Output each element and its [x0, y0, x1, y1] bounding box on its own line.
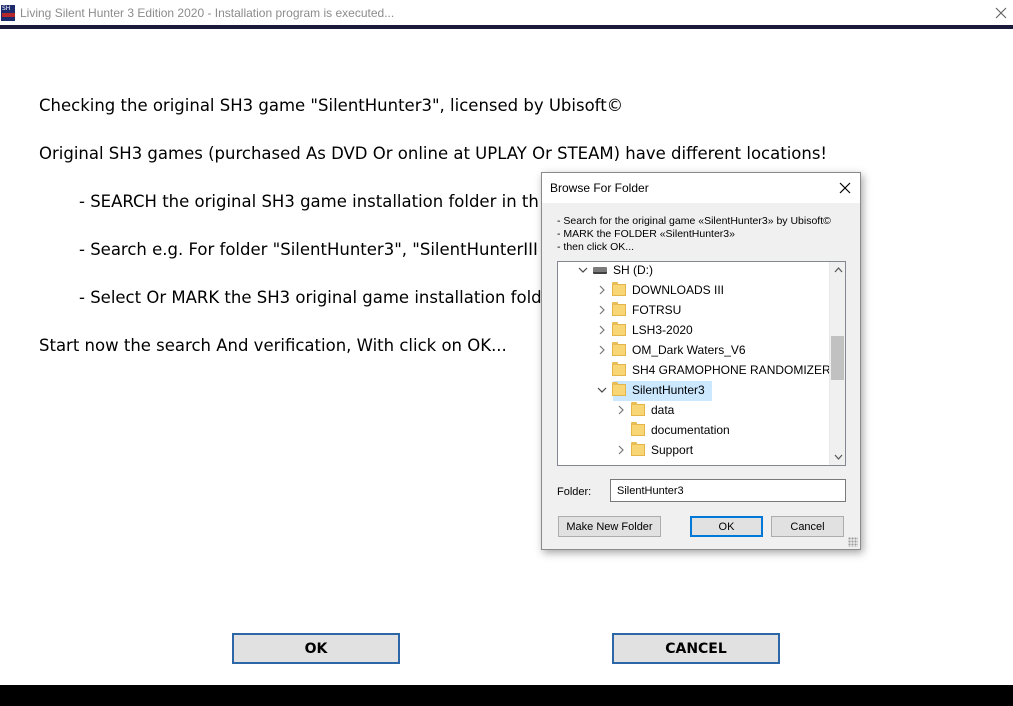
tree-item-drive-sh[interactable]: SH (D:) [576, 262, 653, 280]
main-line-select: - Select Or MARK the SH3 original game i… [79, 288, 542, 307]
dialog-instruction: - MARK the FOLDER «SilentHunter3» [557, 228, 735, 240]
dialog-ok-button[interactable]: OK [690, 516, 763, 537]
chevron-up-icon [834, 267, 842, 273]
tree-item-label: LSH3-2020 [632, 323, 693, 337]
browse-folder-dialog: Browse For Folder - Search for the origi… [541, 172, 861, 550]
title-bar: SH Living Silent Hunter 3 Edition 2020 -… [0, 0, 1013, 25]
chevron-down-icon[interactable] [576, 262, 590, 280]
tree-item-label: DOWNLOADS III [632, 283, 725, 297]
dialog-close-button[interactable] [834, 177, 856, 199]
folder-icon [612, 302, 626, 316]
folder-input[interactable] [610, 479, 846, 502]
tree-item-silenthunter3[interactable]: SilentHunter3 [595, 380, 705, 400]
folder-icon [631, 442, 645, 456]
folder-icon [612, 282, 626, 296]
title-divider [0, 25, 1013, 29]
main-line-start: Start now the search And verification, W… [39, 336, 507, 355]
tree-item-label: SilentHunter3 [632, 383, 705, 397]
chevron-right-icon[interactable] [614, 440, 628, 460]
dialog-title-bar: Browse For Folder [542, 173, 860, 203]
scroll-thumb[interactable] [831, 336, 844, 380]
chevron-right-icon[interactable] [595, 320, 609, 340]
tree-item-label: Support [651, 443, 694, 457]
folder-icon [612, 342, 626, 356]
cancel-button[interactable]: CANCEL [612, 633, 780, 664]
tree-item-support[interactable]: Support [614, 440, 693, 460]
tree-item-om-dark-waters[interactable]: OM_Dark Waters_V6 [595, 340, 746, 360]
window-close-button[interactable] [989, 0, 1013, 25]
chevron-down-icon [834, 454, 842, 460]
folder-icon [612, 382, 626, 396]
dialog-instruction: - then click OK... [557, 241, 635, 253]
tree-item-label: OM_Dark Waters_V6 [632, 343, 746, 357]
taskbar-strip [0, 685, 1013, 706]
close-icon [995, 7, 1007, 18]
make-new-folder-button[interactable]: Make New Folder [558, 516, 661, 537]
window-title: Living Silent Hunter 3 Edition 2020 - In… [20, 5, 395, 20]
ok-button[interactable]: OK [232, 633, 400, 664]
chevron-right-icon[interactable] [595, 300, 609, 320]
tree-item-label: SH (D:) [613, 263, 653, 277]
main-line-original: Original SH3 games (purchased As DVD Or … [39, 144, 828, 163]
tree-item-lsh3-2020[interactable]: LSH3-2020 [595, 320, 693, 340]
close-icon [839, 182, 851, 194]
app-icon-text: SH [2, 4, 11, 12]
chevron-right-icon[interactable] [614, 400, 628, 420]
chevron-right-icon[interactable] [595, 280, 609, 300]
folder-field-label: Folder: [557, 486, 592, 498]
folder-icon [612, 322, 626, 336]
tree-item-downloads-iii[interactable]: DOWNLOADS III [595, 280, 724, 300]
tree-item-label: SH4 GRAMOPHONE RANDOMIZER [632, 363, 831, 377]
dialog-cancel-button[interactable]: Cancel [771, 516, 844, 537]
tree-item-label: FOTRSU [632, 303, 682, 317]
main-line-checking: Checking the original SH3 game "SilentHu… [39, 96, 624, 115]
tree-item-label: documentation [651, 423, 730, 437]
main-line-search: - SEARCH the original SH3 game installat… [79, 192, 539, 211]
scroll-down-arrow[interactable] [830, 449, 845, 465]
folder-icon [631, 402, 645, 416]
main-line-search-eg: - Search e.g. For folder "SilentHunter3"… [79, 240, 538, 259]
dialog-title: Browse For Folder [550, 181, 649, 195]
chevron-down-icon[interactable] [595, 380, 609, 400]
tree-item-data[interactable]: data [614, 400, 674, 420]
tree-item-fotrsu[interactable]: FOTRSU [595, 300, 681, 320]
drive-icon [593, 266, 607, 274]
resize-grip[interactable] [848, 537, 858, 547]
app-icon: SH [1, 4, 15, 21]
tree-scrollbar[interactable] [829, 262, 845, 465]
chevron-right-icon[interactable] [595, 340, 609, 360]
tree-item-sh4-gramophone[interactable]: SH4 GRAMOPHONE RANDOMIZER [595, 360, 831, 380]
folder-tree[interactable]: SH (D:) DOWNLOADS III FOTRSU LSH3-2020 O… [557, 261, 846, 466]
dialog-instruction: - Search for the original game «SilentHu… [557, 215, 831, 227]
tree-item-label: data [651, 403, 675, 417]
scroll-up-arrow[interactable] [830, 262, 845, 278]
tree-item-documentation[interactable]: documentation [614, 420, 730, 440]
folder-icon [631, 422, 645, 436]
folder-icon [612, 362, 626, 376]
